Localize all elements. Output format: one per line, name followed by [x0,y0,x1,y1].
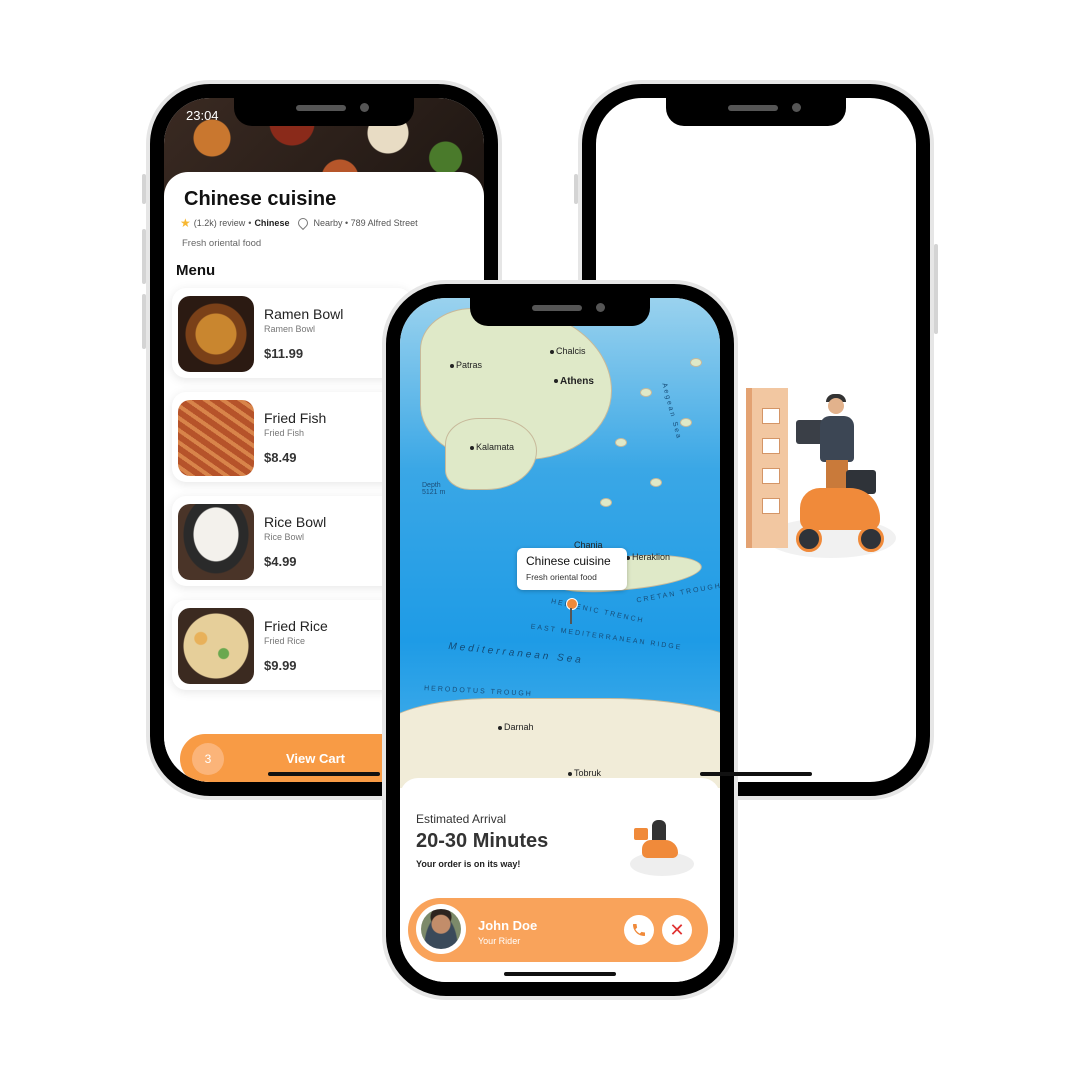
sea-label: Mediterranean Sea [447,640,585,667]
item-subtitle: Rice Bowl [264,532,305,542]
restaurant-description: Fresh oriental food [182,238,262,249]
island [640,388,652,397]
rider-role: Your Rider [478,936,521,946]
menu-item[interactable]: Fried Fish Fried Fish $8.49 [172,392,412,482]
map-view[interactable]: Patras Chalcis Athens Kalamata Chania He… [400,298,720,788]
sea-label: HERODOTUS TROUGH [423,685,533,698]
item-price: $4.99 [264,554,297,569]
item-subtitle: Ramen Bowl [264,324,316,334]
island [615,438,627,447]
side-button [142,294,146,349]
call-button[interactable] [624,915,654,945]
menu-item[interactable]: Rice Bowl Rice Bowl $4.99 [172,496,412,586]
cancel-button[interactable]: ✕ [662,915,692,945]
notch [234,98,414,126]
star-icon: ★ [180,216,191,230]
rider-bar: John Doe Your Rider ✕ [408,898,708,962]
map-pin-icon[interactable] [566,598,578,610]
restaurant-map-callout[interactable]: Chinese cuisine Fresh oriental food [517,548,627,590]
island [600,498,612,507]
item-price: $8.49 [264,450,297,465]
item-subtitle: Fried Fish [264,428,305,438]
item-name: Fried Rice [264,618,328,634]
depth-label: Depth 5121 m [422,482,446,496]
place-label: Athens [554,376,594,387]
map-pin-stem [570,608,572,624]
phone-center: Patras Chalcis Athens Kalamata Chania He… [382,280,738,1000]
menu-item[interactable]: Fried Rice Fried Rice $9.99 [172,600,412,690]
arrival-label: Estimated Arrival [416,812,507,826]
island [690,358,702,367]
item-price: $11.99 [264,346,304,361]
side-button [142,229,146,284]
land-peloponnese [445,418,537,490]
side-button [142,174,146,204]
home-indicator [504,972,616,976]
place-label: Tobruk [568,768,601,778]
category-label: Chinese [254,218,290,228]
order-status: Your order is on its way! [416,859,521,869]
location-label: Nearby • 789 Alfred Street [313,218,418,228]
land-africa [400,698,720,788]
fried-fish-image [178,400,254,476]
item-price: $9.99 [264,658,297,673]
item-name: Rice Bowl [264,514,327,530]
notch [470,298,650,326]
side-button [574,174,578,204]
restaurant-meta: ★ (1.2k) review • Chinese Nearby • 789 A… [180,215,418,231]
rider-name: John Doe [478,918,538,933]
delivery-scooter-icon [626,810,696,880]
sea-label: EAST MEDITERRANEAN RIDGE [530,623,683,652]
arrival-time: 20-30 Minutes [416,830,549,852]
menu-item[interactable]: Ramen Bowl Ramen Bowl $11.99 [172,288,412,378]
item-name: Fried Fish [264,410,327,426]
view-cart-label: View Cart [286,751,346,766]
review-count: (1.2k) review [193,218,246,228]
menu-heading: Menu [176,262,216,279]
cart-count-badge: 3 [192,743,224,775]
place-label: Patras [450,360,482,370]
item-name: Ramen Bowl [264,306,344,322]
avatar [416,904,466,954]
callout-title: Chinese cuisine [526,554,611,568]
place-label: Heraklion [626,552,670,562]
close-icon: ✕ [669,920,685,940]
tracking-screen: Patras Chalcis Athens Kalamata Chania He… [400,298,720,982]
phone-icon [633,924,645,936]
sea-label: HELLENIC TRENCH [550,598,645,625]
island [650,478,662,487]
fried-rice-image [178,608,254,684]
place-label: Kalamata [470,442,514,452]
sea-label: Aegean Sea [660,382,683,441]
restaurant-title: Chinese cuisine [184,188,337,210]
place-label: Darnah [498,722,534,732]
callout-subtitle: Fresh oriental food [526,572,597,582]
rice-bowl-image [178,504,254,580]
ramen-bowl-image [178,296,254,372]
side-button [934,244,938,334]
notch [666,98,846,126]
location-pin-icon [296,215,311,231]
home-indicator [700,772,812,776]
island [680,418,692,427]
place-label: Chalcis [550,346,586,356]
home-indicator [268,772,380,776]
status-time: 23:04 [186,108,219,123]
item-subtitle: Fried Rice [264,636,306,646]
